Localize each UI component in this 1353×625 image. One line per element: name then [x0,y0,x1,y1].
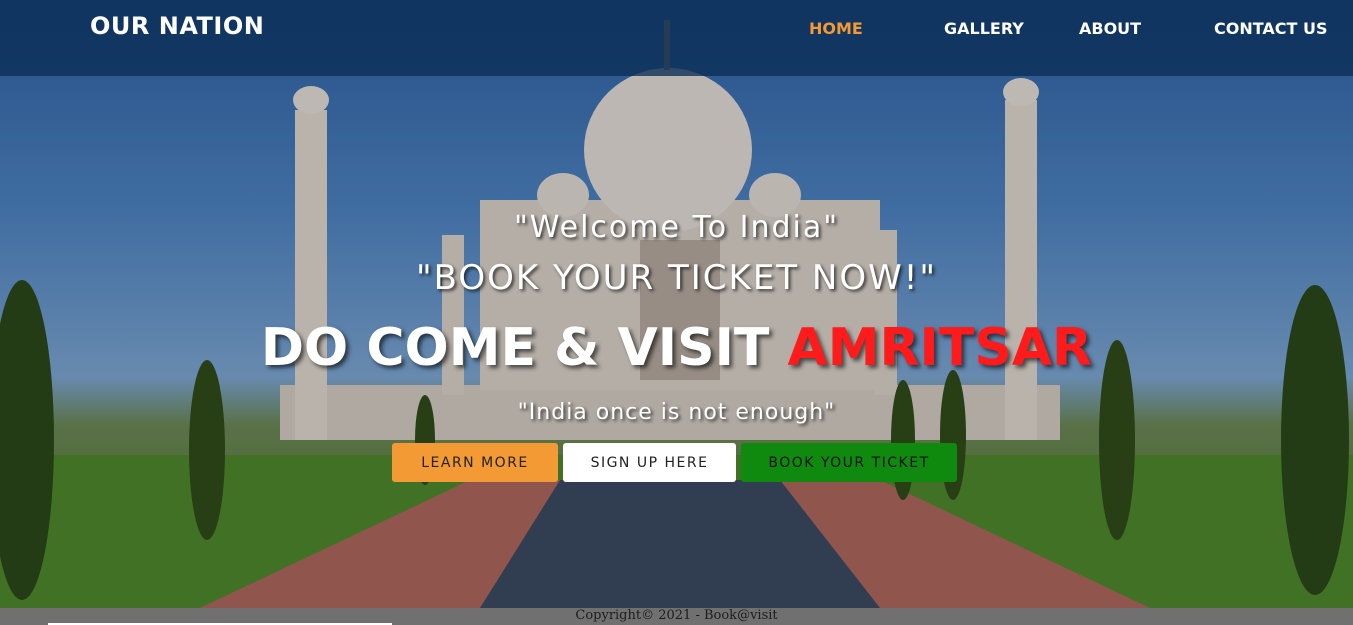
nav-contact-link[interactable]: CONTACT US [1214,19,1328,38]
page-footer: Copyright© 2021 - Book@visit [0,608,1353,625]
brand-logo-text[interactable]: OUR NATION [90,12,264,40]
sign-up-button[interactable]: SIGN UP HERE [563,443,736,482]
visit-headline: DO COME & VISIT AMRITSAR [0,318,1353,378]
book-now-heading: "BOOK YOUR TICKET NOW!" [416,258,937,298]
copyright-text: Copyright© 2021 - Book@visit [575,608,778,623]
nav-gallery-link[interactable]: GALLERY [944,19,1024,38]
hero-quote: "India once is not enough" [517,400,836,425]
book-ticket-button[interactable]: BOOK YOUR TICKET [741,443,957,482]
nav-home-link[interactable]: HOME [809,19,863,38]
headline-prefix: DO COME & VISIT [260,318,788,378]
hero-overlay [0,0,1353,608]
hero-section [0,0,1353,608]
nav-about-link[interactable]: ABOUT [1079,19,1141,38]
top-navbar: OUR NATION HOME GALLERY ABOUT CONTACT US [0,0,1353,76]
headline-city: AMRITSAR [787,318,1093,378]
welcome-heading: "Welcome To India" [513,210,840,245]
learn-more-button[interactable]: LEARN MORE [392,443,558,482]
